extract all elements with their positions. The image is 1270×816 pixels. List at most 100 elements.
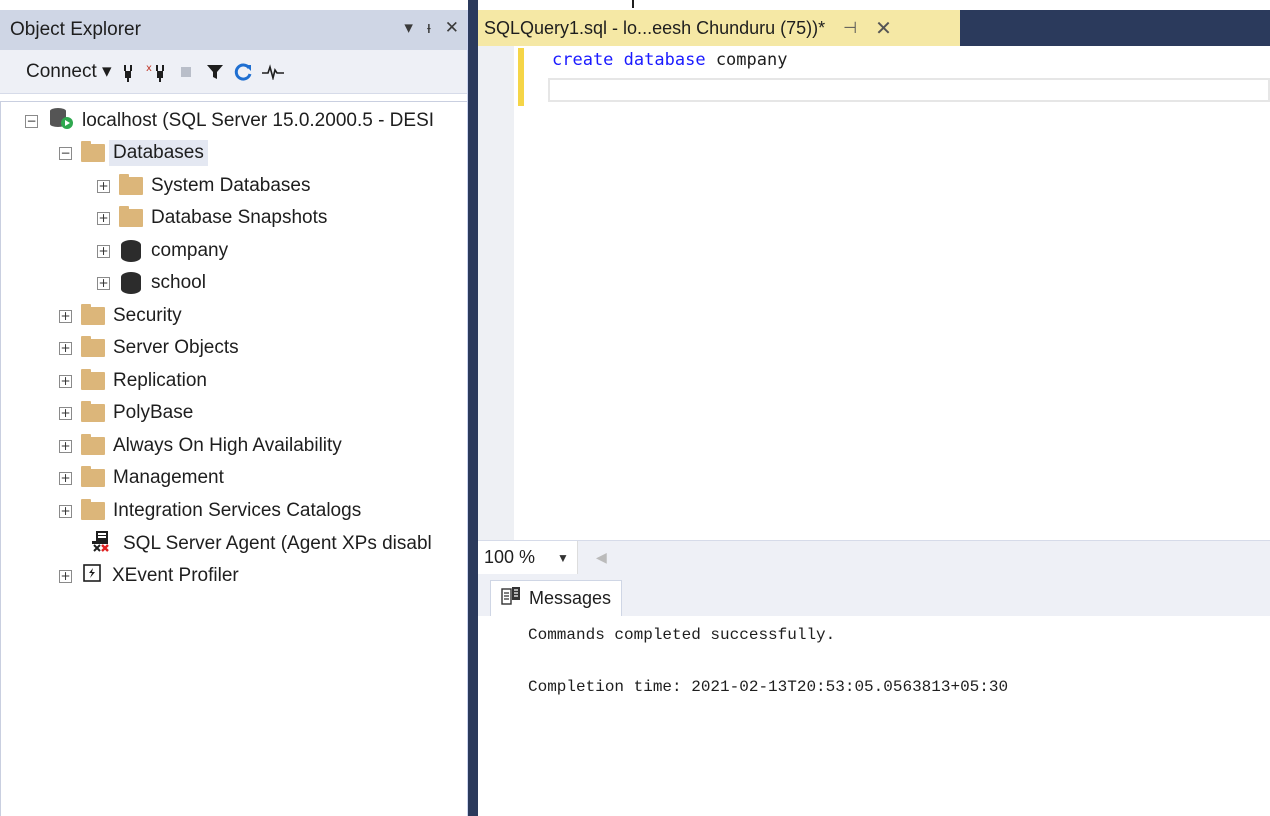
window-position-dropdown-icon[interactable]: ▾ (404, 18, 413, 38)
message-line: Completion time: 2021-02-13T20:53:05.056… (528, 678, 1009, 696)
results-tab-strip: Messages (478, 574, 1270, 616)
tree-node-label: Database Snapshots (151, 207, 328, 228)
tree-node-management[interactable]: + Management (59, 463, 224, 493)
expand-icon[interactable]: + (59, 439, 72, 453)
expand-icon[interactable]: + (97, 244, 110, 258)
keyword-database: database (623, 50, 706, 70)
folder-icon (81, 434, 105, 455)
stop-icon[interactable] (173, 59, 199, 85)
expand-icon[interactable]: + (59, 569, 72, 583)
folder-icon (81, 369, 105, 390)
results-pane: Messages Commands completed successfully… (478, 574, 1270, 816)
title-controls: ▾ ᵻ ✕ (404, 18, 459, 38)
close-tab-icon[interactable]: ✕ (875, 16, 892, 41)
object-explorer-toolbar: Connect ▾ x (0, 50, 467, 94)
connect-button[interactable]: Connect ▾ (26, 60, 112, 83)
editor-gutter (478, 46, 514, 540)
tree-node-label: Replication (113, 370, 207, 391)
panel-splitter[interactable] (468, 0, 478, 816)
connect-plug-icon[interactable] (115, 59, 141, 85)
pin-icon[interactable]: ᵻ (427, 18, 431, 38)
tree-node-label: Databases (109, 140, 208, 166)
tree-node-xevent-profiler[interactable]: + XEvent Profiler (59, 561, 239, 591)
object-explorer-tree: − localhost (SQL Server 15.0.2000.5 - DE… (0, 101, 467, 816)
change-indicator (518, 48, 524, 106)
object-explorer-title-bar: Object Explorer ▾ ᵻ ✕ (0, 10, 467, 50)
chevron-down-icon[interactable]: ▼ (557, 551, 569, 565)
tree-node-polybase[interactable]: + PolyBase (59, 398, 193, 428)
tree-node-label: Management (113, 467, 224, 488)
folder-icon (81, 336, 105, 357)
document-tab-strip: SQLQuery1.sql - lo...eesh Chunduru (75))… (478, 10, 1270, 46)
scroll-left-icon[interactable]: ◀ (596, 549, 607, 566)
tree-node-integration-services[interactable]: + Integration Services Catalogs (59, 496, 361, 526)
close-icon[interactable]: ✕ (445, 18, 459, 38)
tree-node-security[interactable]: + Security (59, 301, 182, 331)
tree-node-database-snapshots[interactable]: + Database Snapshots (97, 203, 327, 233)
folder-icon (119, 206, 143, 227)
folder-icon (81, 466, 105, 487)
top-divider-mark (632, 0, 634, 8)
keyword-create: create (552, 50, 614, 70)
folder-icon (119, 174, 143, 195)
tree-node-label: school (151, 272, 206, 293)
top-strip (478, 0, 1270, 10)
tree-node-label: PolyBase (113, 402, 194, 423)
collapse-icon[interactable]: − (59, 146, 72, 160)
editor-status-bar: 100 % ▼ ◀ (478, 540, 1270, 574)
tree-node-label: Integration Services Catalogs (113, 500, 362, 521)
folder-icon (81, 141, 105, 162)
tree-node-label: Security (113, 305, 182, 326)
zoom-dropdown[interactable]: 100 % ▼ (478, 541, 578, 574)
expand-icon[interactable]: + (59, 504, 72, 518)
tree-node-server[interactable]: − localhost (SQL Server 15.0.2000.5 - DE… (25, 106, 434, 136)
expand-icon[interactable]: + (97, 211, 110, 225)
disconnect-icon[interactable]: x (144, 59, 170, 85)
message-line-blank (528, 652, 1008, 678)
tree-node-label: System Databases (151, 175, 311, 196)
tree-node-label: Server Objects (113, 337, 239, 358)
xevent-icon (82, 563, 102, 589)
expand-icon[interactable]: + (59, 341, 72, 355)
zoom-value: 100 % (484, 547, 536, 567)
current-line-highlight (548, 78, 1270, 102)
database-icon (121, 240, 141, 262)
expand-icon[interactable]: + (59, 471, 72, 485)
messages-icon (501, 586, 521, 611)
filter-icon[interactable] (202, 59, 228, 85)
expand-icon[interactable]: + (97, 179, 110, 193)
tab-sqlquery1[interactable]: SQLQuery1.sql - lo...eesh Chunduru (75))… (478, 10, 960, 46)
collapse-icon[interactable]: − (25, 114, 38, 128)
expand-icon[interactable]: + (97, 276, 110, 290)
refresh-icon[interactable] (231, 59, 257, 85)
pin-tab-icon[interactable]: ⊣ (843, 18, 857, 38)
tree-node-system-databases[interactable]: + System Databases (97, 171, 310, 201)
tree-node-server-objects[interactable]: + Server Objects (59, 333, 239, 363)
folder-icon (81, 499, 105, 520)
identifier-company: company (715, 50, 788, 70)
tree-node-company[interactable]: + company (97, 236, 228, 266)
expand-icon[interactable]: + (59, 406, 72, 420)
code-line-1[interactable]: create database company (552, 50, 787, 70)
tab-title: SQLQuery1.sql - lo...eesh Chunduru (75))… (484, 17, 826, 38)
object-explorer-title: Object Explorer (10, 19, 141, 40)
tree-node-label: XEvent Profiler (112, 565, 239, 586)
activity-monitor-icon[interactable] (260, 59, 286, 85)
tree-node-replication[interactable]: + Replication (59, 366, 207, 396)
messages-output: Commands completed successfully. Complet… (528, 626, 1008, 704)
tab-label: Messages (529, 588, 612, 608)
tree-node-label: SQL Server Agent (Agent XPs disabl (123, 533, 432, 554)
tree-node-label: company (151, 240, 229, 261)
tab-messages[interactable]: Messages (490, 580, 623, 616)
expand-icon[interactable]: + (59, 374, 72, 388)
database-icon (121, 272, 141, 294)
message-line: Commands completed successfully. (528, 626, 836, 644)
svg-text:x: x (146, 63, 152, 74)
tree-node-school[interactable]: + school (97, 268, 206, 298)
expand-icon[interactable]: + (59, 309, 72, 323)
tree-node-databases[interactable]: − Databases (59, 138, 208, 168)
folder-icon (81, 304, 105, 325)
tree-node-always-on[interactable]: + Always On High Availability (59, 431, 342, 461)
query-editor[interactable]: create database company (478, 46, 1270, 540)
tree-node-sql-server-agent[interactable]: SQL Server Agent (Agent XPs disabl (89, 529, 432, 559)
